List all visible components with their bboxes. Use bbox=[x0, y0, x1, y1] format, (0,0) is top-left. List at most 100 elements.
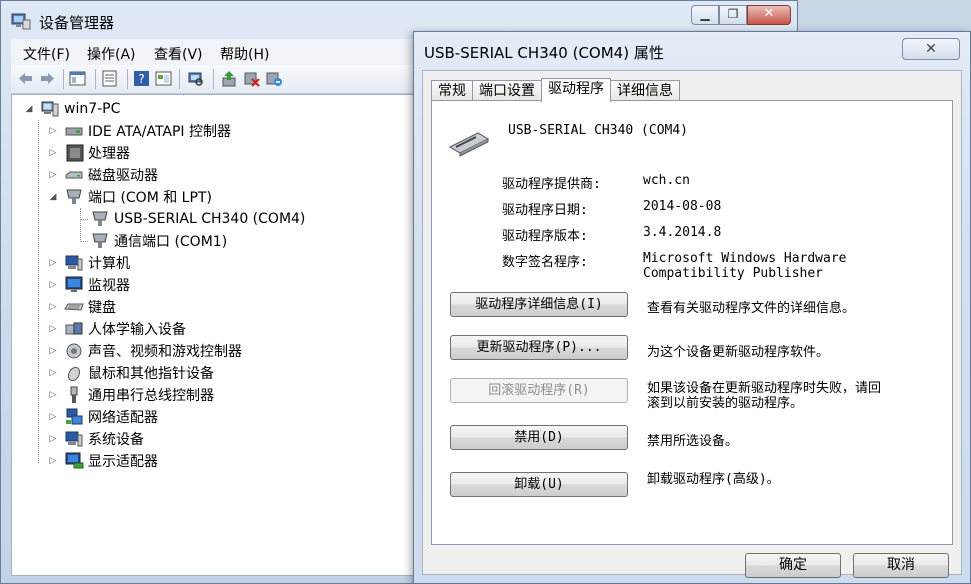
collapse-arrow-icon[interactable]: ◢ bbox=[48, 192, 58, 202]
menu-help[interactable]: 帮助(H) bbox=[220, 44, 269, 64]
close-icon: ✕ bbox=[925, 41, 937, 57]
monitor-icon bbox=[65, 276, 83, 292]
device-name: USB-SERIAL CH340 (COM4) bbox=[508, 123, 689, 138]
menu-file[interactable]: 文件(F) bbox=[23, 44, 70, 64]
driver-details-button[interactable]: 驱动程序详细信息(I) bbox=[450, 292, 628, 317]
port-icon bbox=[92, 211, 108, 226]
tab-strip: 常规 端口设置 驱动程序 详细信息 bbox=[431, 78, 680, 102]
tab-driver[interactable]: 驱动程序 bbox=[541, 78, 611, 102]
expand-arrow-icon[interactable]: ▷ bbox=[48, 324, 58, 334]
tree-item-mouse[interactable]: ▷ 鼠标和其他指针设备 bbox=[48, 362, 214, 384]
tree-item-display[interactable]: ▷ 显示适配器 bbox=[48, 450, 158, 472]
tree-item-ports[interactable]: ◢ 端口 (COM 和 LPT) bbox=[48, 186, 212, 208]
expand-arrow-icon[interactable]: ▷ bbox=[48, 412, 58, 422]
tree-root-label: win7-PC bbox=[64, 101, 121, 117]
uninstall-device-icon[interactable] bbox=[265, 70, 282, 87]
show-hide-tree-icon[interactable] bbox=[69, 70, 86, 87]
tree-item-ch340[interactable]: USB-SERIAL CH340 (COM4) bbox=[90, 208, 305, 230]
port-icon bbox=[92, 233, 108, 248]
tree-item-label: 通用串行总线控制器 bbox=[88, 388, 214, 404]
expand-arrow-icon[interactable]: ▷ bbox=[48, 280, 58, 290]
port-icon bbox=[66, 189, 82, 204]
tree-item-label: 通信端口 (COM1) bbox=[114, 234, 228, 250]
window-title: 设备管理器 bbox=[39, 14, 115, 32]
expand-arrow-icon[interactable]: ▷ bbox=[48, 390, 58, 400]
expand-arrow-icon[interactable]: ▷ bbox=[48, 258, 58, 268]
uninstall-button[interactable]: 卸载(U) bbox=[450, 472, 628, 497]
network-icon bbox=[66, 408, 83, 425]
tab-details[interactable]: 详细信息 bbox=[610, 80, 680, 101]
scan-hardware-icon[interactable] bbox=[187, 70, 204, 87]
tree-item-processor[interactable]: ▷ 处理器 bbox=[48, 142, 130, 164]
tree-item-hid[interactable]: ▷ 人体学输入设备 bbox=[48, 318, 186, 340]
expand-arrow-icon[interactable]: ▷ bbox=[48, 346, 58, 356]
tree-item-usb[interactable]: ▷ 通用串行总线控制器 bbox=[48, 384, 214, 406]
uninstall-desc: 卸载驱动程序(高级)。 bbox=[647, 472, 780, 487]
expand-arrow-icon[interactable]: ▷ bbox=[48, 170, 58, 180]
tree-item-label: IDE ATA/ATAPI 控制器 bbox=[88, 124, 232, 140]
svg-text:?: ? bbox=[138, 72, 144, 86]
processor-icon bbox=[66, 144, 84, 162]
signer-value-line2: Compatibility Publisher bbox=[643, 266, 824, 281]
back-arrow-icon[interactable] bbox=[17, 70, 34, 87]
disable-desc: 禁用所选设备。 bbox=[647, 434, 739, 449]
view-icon[interactable] bbox=[155, 70, 172, 87]
tree-item-label: 键盘 bbox=[88, 300, 116, 316]
tree-item-keyboard[interactable]: ▷ 键盘 bbox=[48, 296, 116, 318]
device-manager-icon bbox=[11, 13, 31, 30]
tree-item-disk[interactable]: ▷ 磁盘驱动器 bbox=[48, 164, 158, 186]
computer-icon bbox=[41, 101, 59, 117]
tab-general[interactable]: 常规 bbox=[431, 80, 473, 101]
signer-label: 数字签名程序: bbox=[502, 255, 588, 270]
update-driver-button[interactable]: 更新驱动程序(P)... bbox=[450, 335, 628, 360]
update-driver-icon[interactable] bbox=[221, 70, 238, 87]
expand-arrow-icon[interactable]: ▷ bbox=[48, 368, 58, 378]
rollback-driver-button[interactable]: 回滚驱动程序(R) bbox=[450, 378, 628, 403]
tree-item-monitor[interactable]: ▷ 监视器 bbox=[48, 274, 130, 296]
minimize-button[interactable]: ▁ bbox=[691, 5, 719, 25]
expand-arrow-icon[interactable]: ▷ bbox=[48, 148, 58, 158]
tree-item-com1[interactable]: 通信端口 (COM1) bbox=[90, 230, 227, 252]
usb-icon bbox=[70, 386, 78, 403]
update-driver-desc: 为这个设备更新驱动程序软件。 bbox=[647, 345, 830, 360]
ok-button[interactable]: 确定 bbox=[745, 553, 841, 578]
properties-icon[interactable] bbox=[101, 70, 118, 87]
provider-value: wch.cn bbox=[643, 173, 690, 188]
forward-arrow-icon[interactable] bbox=[39, 70, 56, 87]
cancel-button[interactable]: 取消 bbox=[853, 553, 949, 578]
version-value: 3.4.2014.8 bbox=[643, 225, 722, 240]
tree-item-system[interactable]: ▷ 系统设备 bbox=[48, 428, 144, 450]
display-adapter-icon bbox=[65, 452, 84, 469]
dialog-body: 常规 端口设置 驱动程序 详细信息 USB-SERIAL CH340 (COM4… bbox=[422, 70, 962, 578]
date-value: 2014-08-08 bbox=[643, 199, 722, 214]
properties-dialog: USB-SERIAL CH340 (COM4) 属性 ✕ 常规 端口设置 驱动程… bbox=[413, 31, 971, 584]
tree-item-label: 鼠标和其他指针设备 bbox=[88, 366, 214, 382]
close-button[interactable]: ✕ bbox=[747, 5, 791, 25]
keyboard-icon bbox=[64, 303, 84, 311]
ide-controller-icon bbox=[65, 127, 83, 136]
expand-arrow-icon[interactable]: ▷ bbox=[48, 434, 58, 444]
tree-item-computer[interactable]: ▷ 计算机 bbox=[48, 252, 130, 274]
expand-arrow-icon[interactable]: ▷ bbox=[48, 126, 58, 136]
mouse-icon bbox=[67, 366, 81, 382]
tree-item-label: 声音、视频和游戏控制器 bbox=[88, 344, 242, 360]
tree-root[interactable]: ◢ win7-PC bbox=[24, 98, 121, 120]
help-icon[interactable]: ? bbox=[133, 70, 150, 87]
menu-view[interactable]: 查看(V) bbox=[154, 44, 203, 64]
expand-arrow-icon[interactable]: ▷ bbox=[48, 302, 58, 312]
disable-button[interactable]: 禁用(D) bbox=[450, 425, 628, 450]
tree-item-label: 监视器 bbox=[88, 278, 130, 294]
tab-port-settings[interactable]: 端口设置 bbox=[472, 80, 542, 101]
expand-arrow-icon[interactable]: ▷ bbox=[48, 456, 58, 466]
tree-item-network[interactable]: ▷ 网络适配器 bbox=[48, 406, 158, 428]
dialog-title: USB-SERIAL CH340 (COM4) 属性 bbox=[424, 44, 664, 62]
dialog-close-button[interactable]: ✕ bbox=[902, 38, 960, 60]
collapse-arrow-icon[interactable]: ◢ bbox=[24, 104, 34, 114]
tree-item-sound[interactable]: ▷ 声音、视频和游戏控制器 bbox=[48, 340, 242, 362]
tree-item-ide[interactable]: ▷ IDE ATA/ATAPI 控制器 bbox=[48, 120, 231, 142]
menu-action[interactable]: 操作(A) bbox=[87, 44, 136, 64]
disable-device-icon[interactable] bbox=[243, 70, 260, 87]
provider-label: 驱动程序提供商: bbox=[502, 177, 601, 192]
version-label: 驱动程序版本: bbox=[502, 229, 588, 244]
maximize-button[interactable]: ❐ bbox=[719, 5, 747, 25]
